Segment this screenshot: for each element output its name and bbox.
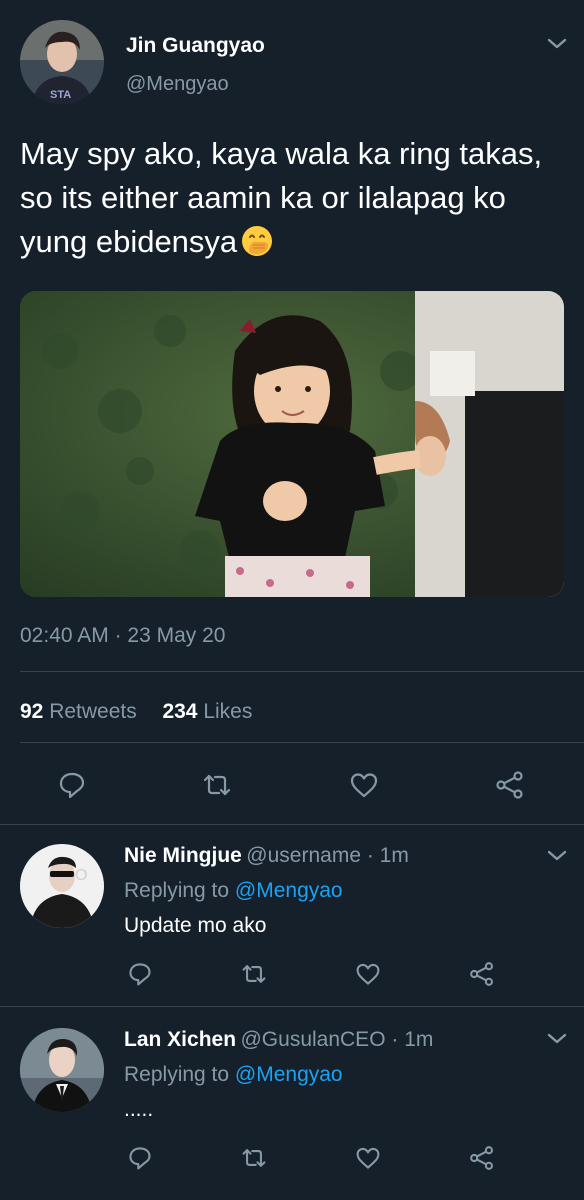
- engagement-stats: 92 Retweets 234 Likes: [20, 700, 252, 724]
- tweet-text: May spy ako, kaya wala ka ring takas, so…: [20, 132, 560, 264]
- likes-stat[interactable]: 234 Likes: [162, 700, 252, 723]
- author-avatar[interactable]: STA: [20, 20, 104, 104]
- share-icon[interactable]: [495, 770, 525, 800]
- chevron-down-icon[interactable]: [545, 36, 569, 52]
- tweet-photo[interactable]: [20, 291, 564, 597]
- share-icon[interactable]: [469, 961, 495, 987]
- author-handle[interactable]: @Mengyao: [126, 73, 229, 96]
- reply-icon[interactable]: [57, 770, 87, 800]
- replying-to-mention[interactable]: @Mengyao: [235, 879, 343, 902]
- replying-to-mention[interactable]: @Mengyao: [235, 1063, 343, 1086]
- retweets-count: 92: [20, 700, 44, 723]
- heart-icon[interactable]: [355, 961, 381, 987]
- retweets-stat[interactable]: 92 Retweets: [20, 700, 137, 723]
- reply-text: Update mo ako: [124, 914, 267, 937]
- retweet-icon[interactable]: [202, 770, 232, 800]
- replying-to: Replying to @Mengyao: [124, 1063, 343, 1087]
- reply-header: Lan Xichen @GusulanCEO · 1m: [124, 1028, 433, 1052]
- tweet-time: 02:40 AM: [20, 624, 109, 647]
- reply-separator: ·: [361, 844, 380, 867]
- replying-to-label: Replying to: [124, 1063, 235, 1086]
- reply-author-name[interactable]: Lan Xichen: [124, 1028, 236, 1051]
- chevron-down-icon[interactable]: [545, 848, 569, 864]
- heart-icon[interactable]: [349, 770, 379, 800]
- replying-to: Replying to @Mengyao: [124, 879, 343, 903]
- chevron-down-icon[interactable]: [545, 1031, 569, 1047]
- reply-icon[interactable]: [127, 961, 153, 987]
- retweet-icon[interactable]: [241, 1145, 267, 1171]
- divider: [0, 1006, 584, 1007]
- reply-header: Nie Mingjue @username · 1m: [124, 844, 409, 868]
- replying-to-label: Replying to: [124, 879, 235, 902]
- divider: [20, 671, 584, 672]
- divider: [20, 742, 584, 743]
- heart-icon[interactable]: [355, 1145, 381, 1171]
- reply-time: 1m: [379, 844, 409, 867]
- hand-over-mouth-emoji-icon: [241, 225, 273, 257]
- retweet-icon[interactable]: [241, 961, 267, 987]
- tweet-date: 23 May 20: [127, 624, 226, 647]
- svg-text:STA: STA: [50, 89, 71, 101]
- reply-author-name[interactable]: Nie Mingjue: [124, 844, 242, 867]
- likes-label: Likes: [203, 700, 253, 723]
- reply-avatar[interactable]: O: [20, 844, 104, 928]
- retweets-label: Retweets: [49, 700, 137, 723]
- divider: [0, 824, 584, 825]
- author-name[interactable]: Jin Guangyao: [126, 34, 265, 58]
- reply-avatar[interactable]: [20, 1028, 104, 1112]
- timestamp-separator: ·: [108, 624, 128, 647]
- tweet-body: May spy ako, kaya wala ka ring takas, so…: [20, 136, 543, 259]
- reply-author-handle[interactable]: @GusulanCEO: [240, 1028, 385, 1051]
- reply-time: 1m: [404, 1028, 434, 1051]
- likes-count: 234: [162, 700, 198, 723]
- reply-icon[interactable]: [127, 1145, 153, 1171]
- share-icon[interactable]: [469, 1145, 495, 1171]
- reply-text: .....: [124, 1098, 154, 1121]
- reply-author-handle[interactable]: @username: [246, 844, 361, 867]
- svg-text:O: O: [75, 867, 87, 884]
- reply-separator: ·: [385, 1028, 405, 1051]
- tweet-timestamp[interactable]: 02:40 AM · 23 May 20: [20, 624, 225, 648]
